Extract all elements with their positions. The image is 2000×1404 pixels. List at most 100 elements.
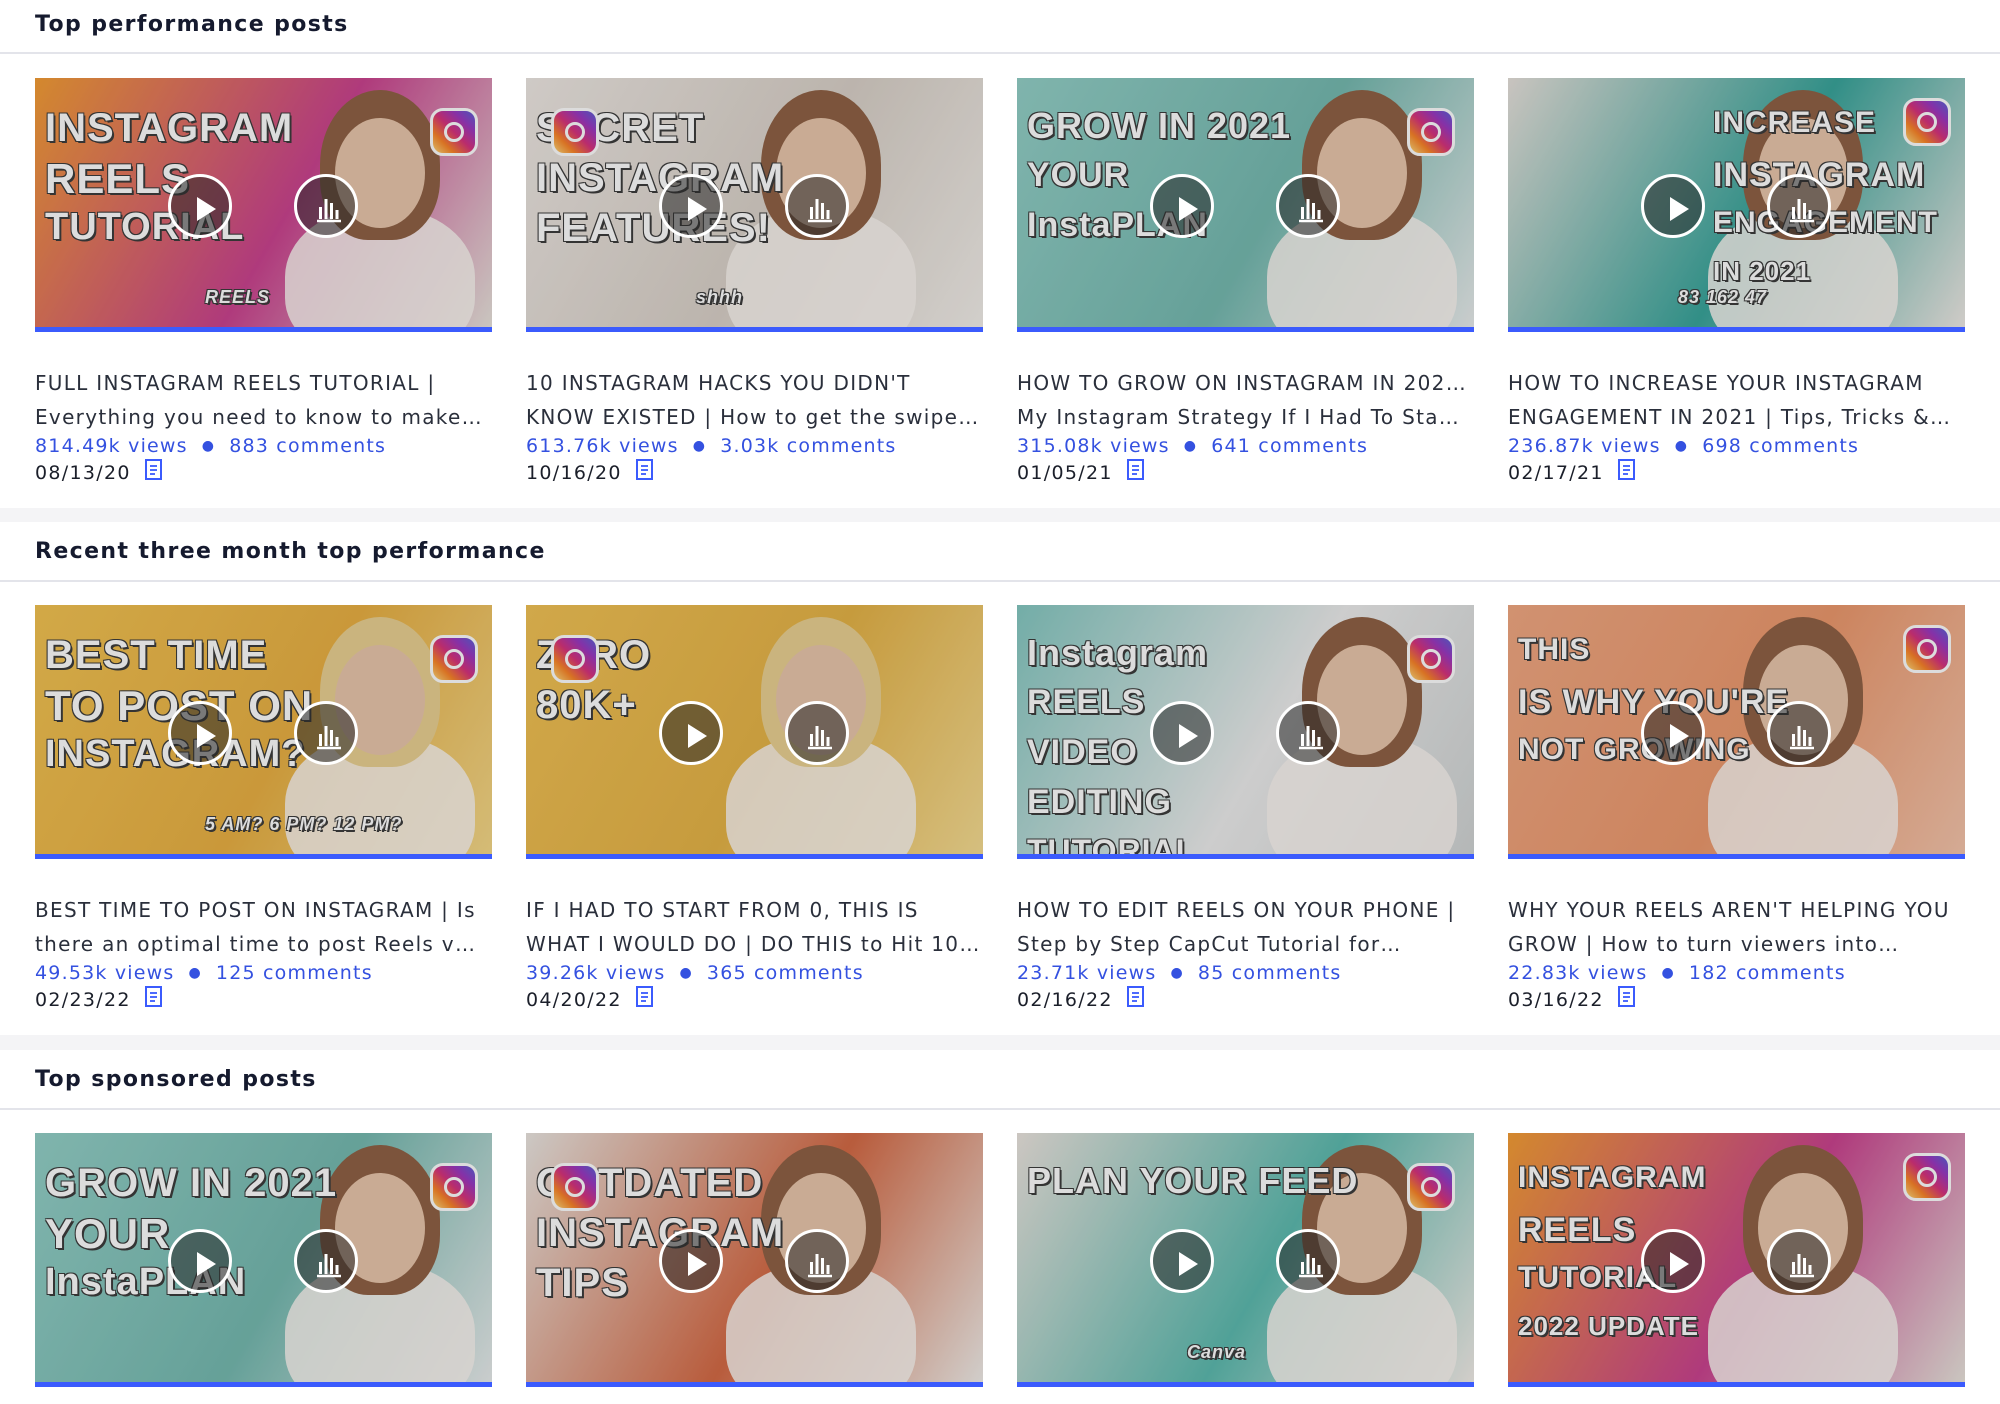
comments-count[interactable]: 85 comments <box>1198 962 1342 984</box>
post-card[interactable]: INCREASEINSTAGRAMENGAGEMENTIN 202183 162… <box>1508 78 1965 498</box>
post-title[interactable]: BEST TIME TO POST ON INSTAGRAM | Is there… <box>35 893 492 961</box>
comments-count[interactable]: 698 comments <box>1702 435 1859 457</box>
views-count[interactable]: 39.26k views <box>526 962 666 984</box>
post-title[interactable]: HOW TO INCREASE YOUR INSTAGRAM ENGAGEMENT… <box>1508 366 1965 434</box>
document-icon[interactable] <box>1125 985 1147 1013</box>
bar-chart-icon[interactable] <box>1276 701 1340 765</box>
document-icon[interactable] <box>143 458 165 486</box>
views-count[interactable]: 613.76k views <box>526 435 679 457</box>
bar-chart-icon[interactable] <box>785 174 849 238</box>
post-card[interactable]: Instagram REELS VIDEO EDITING TUTORIAL HOW TO… <box>1017 605 1474 1025</box>
post-card[interactable]: ZERO80K+ IF I HAD TO START FROM 0, THIS I… <box>526 605 983 1025</box>
play-icon[interactable] <box>659 174 723 238</box>
post-card[interactable]: THIS IS WHY YOU'RE NOT GROWING WHY YOUR REE… <box>1508 605 1965 1025</box>
post-title[interactable]: HOW TO EDIT REELS ON YOUR PHONE | Step by… <box>1017 893 1474 961</box>
post-thumbnail[interactable]: PLAN YOUR FEED Canva <box>1017 1133 1474 1387</box>
thumbnail-overlay <box>1508 1133 1965 1382</box>
separator-dot: ● <box>1183 438 1198 454</box>
comments-count[interactable]: 125 comments <box>216 962 373 984</box>
play-icon[interactable] <box>168 174 232 238</box>
separator-dot: ● <box>1170 965 1184 981</box>
comments-count[interactable]: 3.03k comments <box>720 435 896 457</box>
post-thumbnail[interactable]: ZERO80K+ <box>526 605 983 859</box>
post-thumbnail[interactable]: INSTAGRAM REELS TUTORIAL REELS <box>35 78 492 332</box>
post-card[interactable]: PLAN YOUR FEED Canva <box>1017 1133 1474 1393</box>
play-icon[interactable] <box>1641 701 1705 765</box>
views-count[interactable]: 315.08k views <box>1017 435 1170 457</box>
post-title[interactable]: 10 INSTAGRAM HACKS YOU DIDN'T KNOW EXISTE… <box>526 366 983 434</box>
post-card[interactable]: OUTDATED INSTAGRAM TIPS <box>526 1133 983 1393</box>
play-icon[interactable] <box>659 1229 723 1293</box>
play-icon[interactable] <box>1641 174 1705 238</box>
post-card[interactable]: BEST TIMETO POST ONINSTAGRAM?5 AM? 6 PM?… <box>35 605 492 1025</box>
document-icon[interactable] <box>1125 458 1147 486</box>
separator-dot: ● <box>1661 965 1675 981</box>
post-thumbnail[interactable]: GROW IN 2021 YOUR InstaPLAN <box>1017 78 1474 332</box>
bar-chart-icon[interactable] <box>785 1229 849 1293</box>
section-title: Top performance posts <box>35 12 349 37</box>
thumbnail-overlay <box>1017 1133 1474 1382</box>
post-title-line: HOW TO INCREASE YOUR INSTAGRAM <box>1508 371 1924 395</box>
play-icon[interactable] <box>1641 1229 1705 1293</box>
post-date: 10/16/20 <box>526 462 622 484</box>
post-card[interactable]: SECRET INSTAGRAM FEATURES! shhh 10 INSTAGRAM… <box>526 78 983 498</box>
post-stats: 236.87k views ● 698 comments <box>1508 435 1859 457</box>
post-title[interactable]: HOW TO GROW ON INSTAGRAM IN 2021 | My Ins… <box>1017 366 1474 434</box>
post-card[interactable]: GROW IN 2021 YOUR InstaPLAN HOW TO GROW ON … <box>1017 78 1474 498</box>
post-thumbnail[interactable]: OUTDATED INSTAGRAM TIPS <box>526 1133 983 1387</box>
post-thumbnail[interactable]: SECRET INSTAGRAM FEATURES! shhh <box>526 78 983 332</box>
comments-count[interactable]: 883 comments <box>229 435 386 457</box>
bar-chart-icon[interactable] <box>1276 174 1340 238</box>
post-date: 04/20/22 <box>526 989 622 1011</box>
bar-chart-icon[interactable] <box>1767 1229 1831 1293</box>
play-icon[interactable] <box>1150 1229 1214 1293</box>
post-card[interactable]: INSTAGRAM REELS TUTORIAL 2022 UPDATE <box>1508 1133 1965 1393</box>
play-icon[interactable] <box>1150 174 1214 238</box>
bar-chart-icon[interactable] <box>1767 701 1831 765</box>
post-thumbnail[interactable]: BEST TIMETO POST ONINSTAGRAM?5 AM? 6 PM?… <box>35 605 492 859</box>
post-stats: 315.08k views ● 641 comments <box>1017 435 1368 457</box>
views-count[interactable]: 49.53k views <box>35 962 175 984</box>
thumbnail-overlay <box>35 78 492 327</box>
play-icon[interactable] <box>1150 701 1214 765</box>
bar-chart-icon[interactable] <box>785 701 849 765</box>
section-divider <box>0 580 2000 582</box>
comments-count[interactable]: 641 comments <box>1211 435 1368 457</box>
bar-chart-icon[interactable] <box>1276 1229 1340 1293</box>
post-title-line: 10 INSTAGRAM HACKS YOU DIDN'T <box>526 371 911 395</box>
post-title[interactable]: FULL INSTAGRAM REELS TUTORIAL | Everythin… <box>35 366 492 434</box>
post-card[interactable]: GROW IN 2021 YOUR InstaPLAN <box>35 1133 492 1393</box>
document-icon[interactable] <box>634 985 656 1013</box>
post-thumbnail[interactable]: INCREASEINSTAGRAMENGAGEMENTIN 202183 162… <box>1508 78 1965 332</box>
document-icon[interactable] <box>1616 985 1638 1013</box>
document-icon[interactable] <box>634 458 656 486</box>
views-count[interactable]: 23.71k views <box>1017 962 1157 984</box>
views-count[interactable]: 814.49k views <box>35 435 188 457</box>
views-count[interactable]: 22.83k views <box>1508 962 1648 984</box>
post-stats: 613.76k views ● 3.03k comments <box>526 435 897 457</box>
post-thumbnail[interactable]: THIS IS WHY YOU'RE NOT GROWING <box>1508 605 1965 859</box>
bar-chart-icon[interactable] <box>294 701 358 765</box>
separator-dot: ● <box>201 438 216 454</box>
bar-chart-icon[interactable] <box>294 174 358 238</box>
thumbnail-overlay <box>526 78 983 327</box>
post-thumbnail[interactable]: INSTAGRAM REELS TUTORIAL 2022 UPDATE <box>1508 1133 1965 1387</box>
comments-count[interactable]: 365 comments <box>707 962 864 984</box>
play-icon[interactable] <box>659 701 723 765</box>
post-title-line: WHY YOUR REELS AREN'T HELPING YOU <box>1508 898 1950 922</box>
play-icon[interactable] <box>168 701 232 765</box>
views-count[interactable]: 236.87k views <box>1508 435 1661 457</box>
post-card[interactable]: INSTAGRAM REELS TUTORIAL REELS FULL INSTAGRA… <box>35 78 492 498</box>
document-icon[interactable] <box>1616 458 1638 486</box>
post-title[interactable]: IF I HAD TO START FROM 0, THIS IS WHAT I … <box>526 893 983 961</box>
post-title-line: FULL INSTAGRAM REELS TUTORIAL | <box>35 371 436 395</box>
bar-chart-icon[interactable] <box>294 1229 358 1293</box>
post-title[interactable]: WHY YOUR REELS AREN'T HELPING YOU GROW | … <box>1508 893 1965 961</box>
post-title-line: ENGAGEMENT IN 2021 | Tips, Tricks &… <box>1508 405 1952 429</box>
post-thumbnail[interactable]: Instagram REELS VIDEO EDITING TUTORIAL <box>1017 605 1474 859</box>
play-icon[interactable] <box>168 1229 232 1293</box>
post-thumbnail[interactable]: GROW IN 2021 YOUR InstaPLAN <box>35 1133 492 1387</box>
comments-count[interactable]: 182 comments <box>1689 962 1846 984</box>
document-icon[interactable] <box>143 985 165 1013</box>
bar-chart-icon[interactable] <box>1767 174 1831 238</box>
